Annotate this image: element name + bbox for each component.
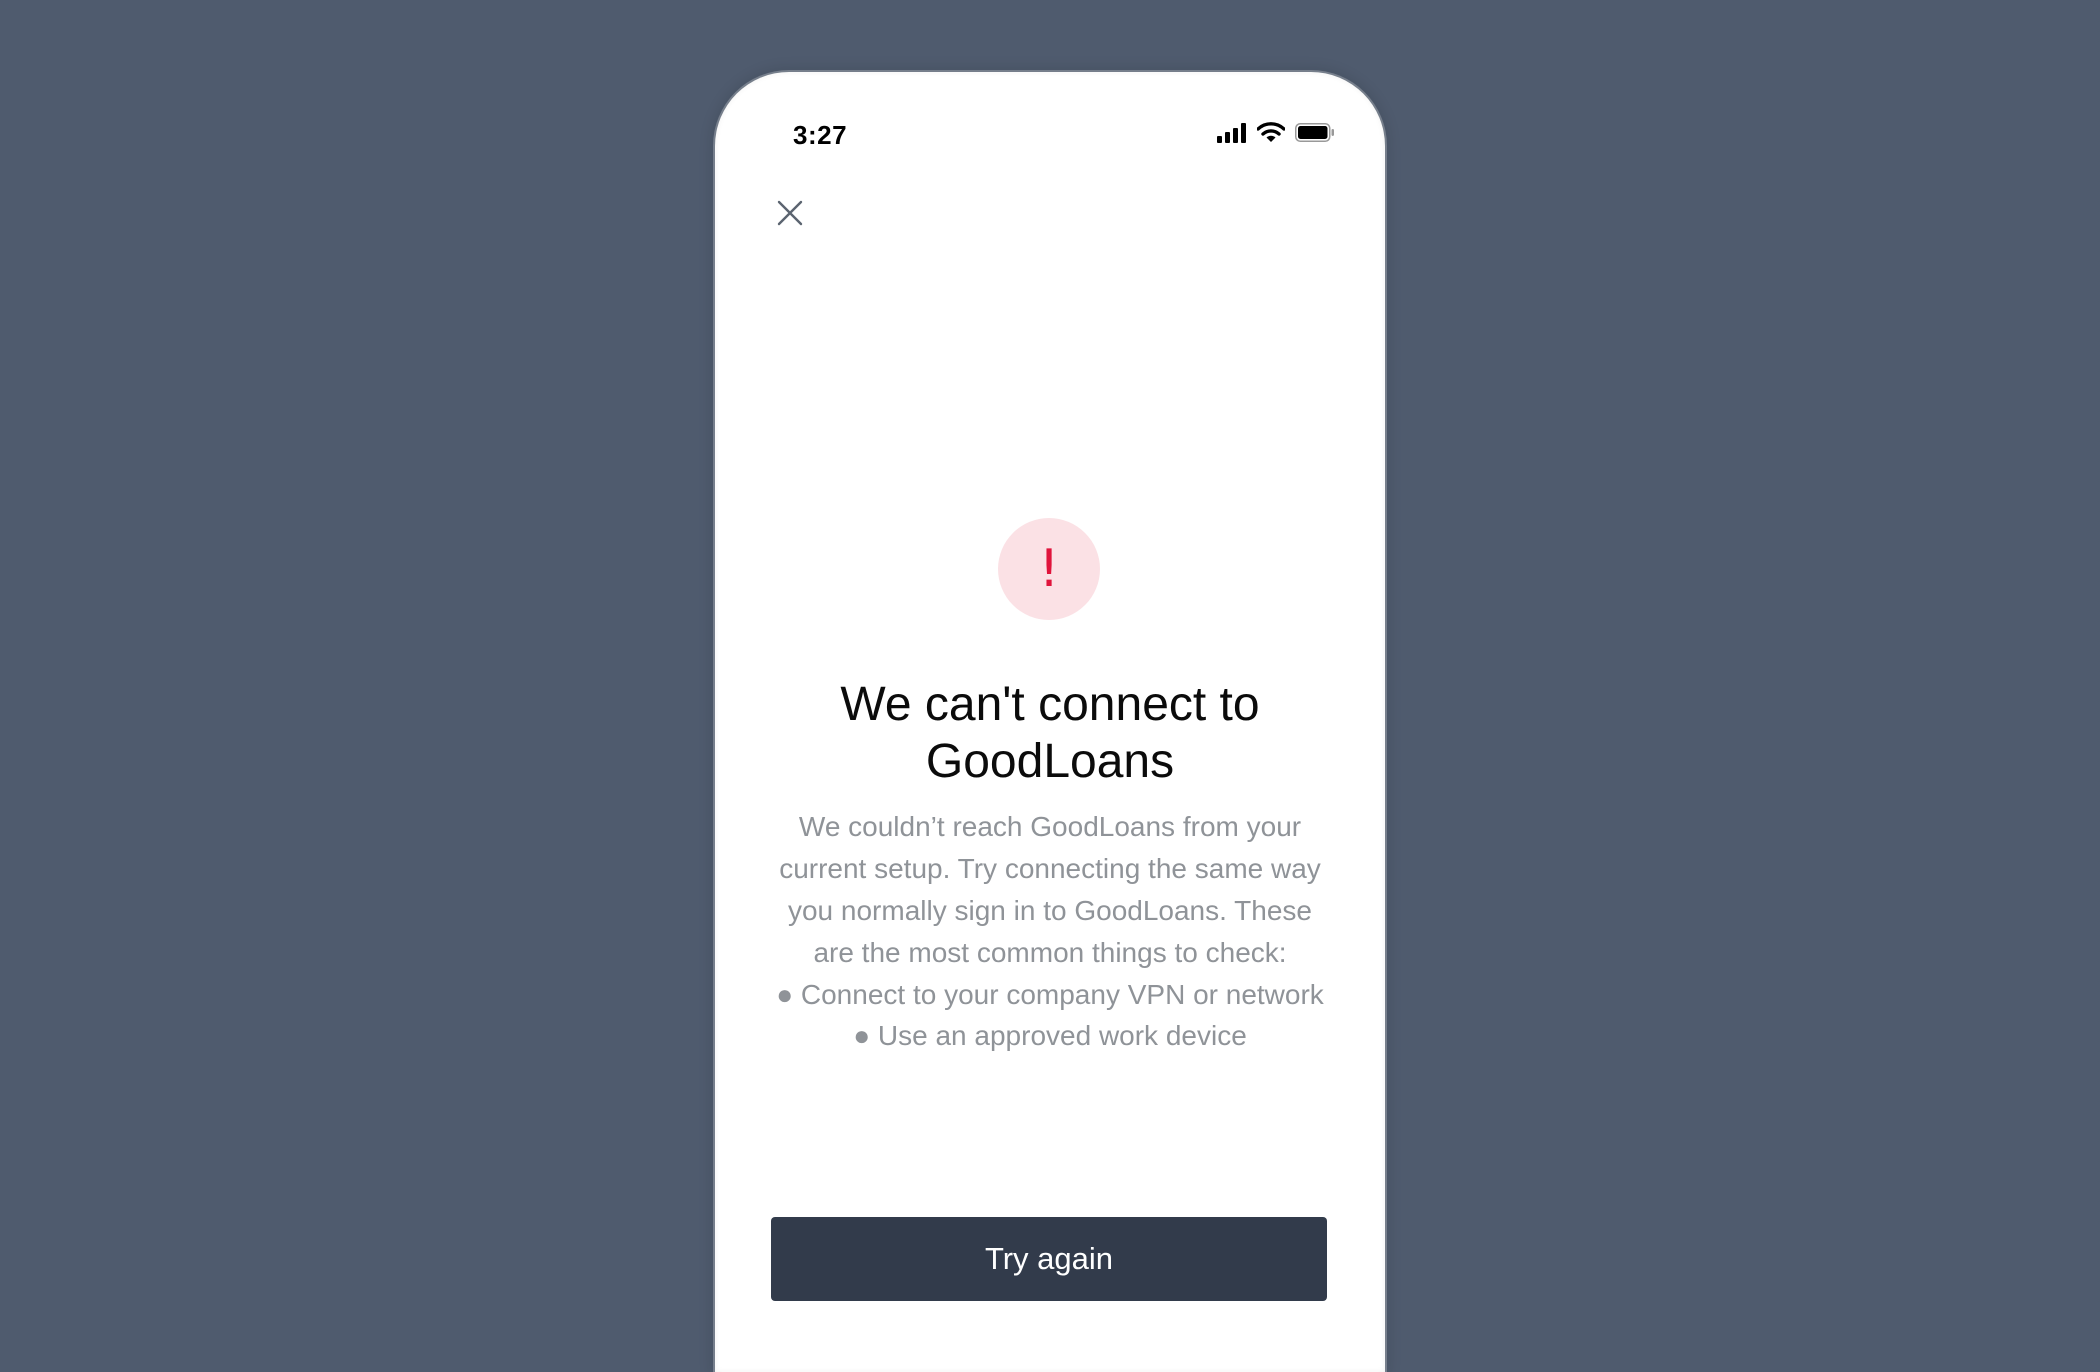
list-item: ● Use an approved work device bbox=[853, 1020, 1247, 1051]
cellular-signal-icon bbox=[1217, 122, 1246, 143]
status-icons bbox=[1217, 122, 1335, 143]
wifi-icon bbox=[1257, 122, 1285, 142]
close-icon bbox=[777, 200, 803, 226]
error-title: We can't connect to GoodLoans bbox=[840, 678, 1260, 788]
exclamation-icon: ! bbox=[998, 518, 1100, 620]
list-item: ● Connect to your company VPN or network bbox=[776, 979, 1324, 1010]
error-body: We couldn’t reach GoodLoans from your cu… bbox=[779, 811, 1321, 968]
close-button[interactable] bbox=[767, 190, 813, 236]
error-description: We couldn’t reach GoodLoans from your cu… bbox=[765, 806, 1335, 1056]
exclamation-symbol: ! bbox=[1038, 539, 1060, 599]
status-bar: 3:27 bbox=[715, 72, 1385, 192]
battery-icon bbox=[1295, 123, 1334, 142]
status-time: 3:27 bbox=[793, 120, 848, 150]
phone-screen: 3:27 ! We can't connect to GoodLoans We … bbox=[715, 72, 1385, 1372]
try-again-button[interactable]: Try again bbox=[771, 1217, 1327, 1301]
